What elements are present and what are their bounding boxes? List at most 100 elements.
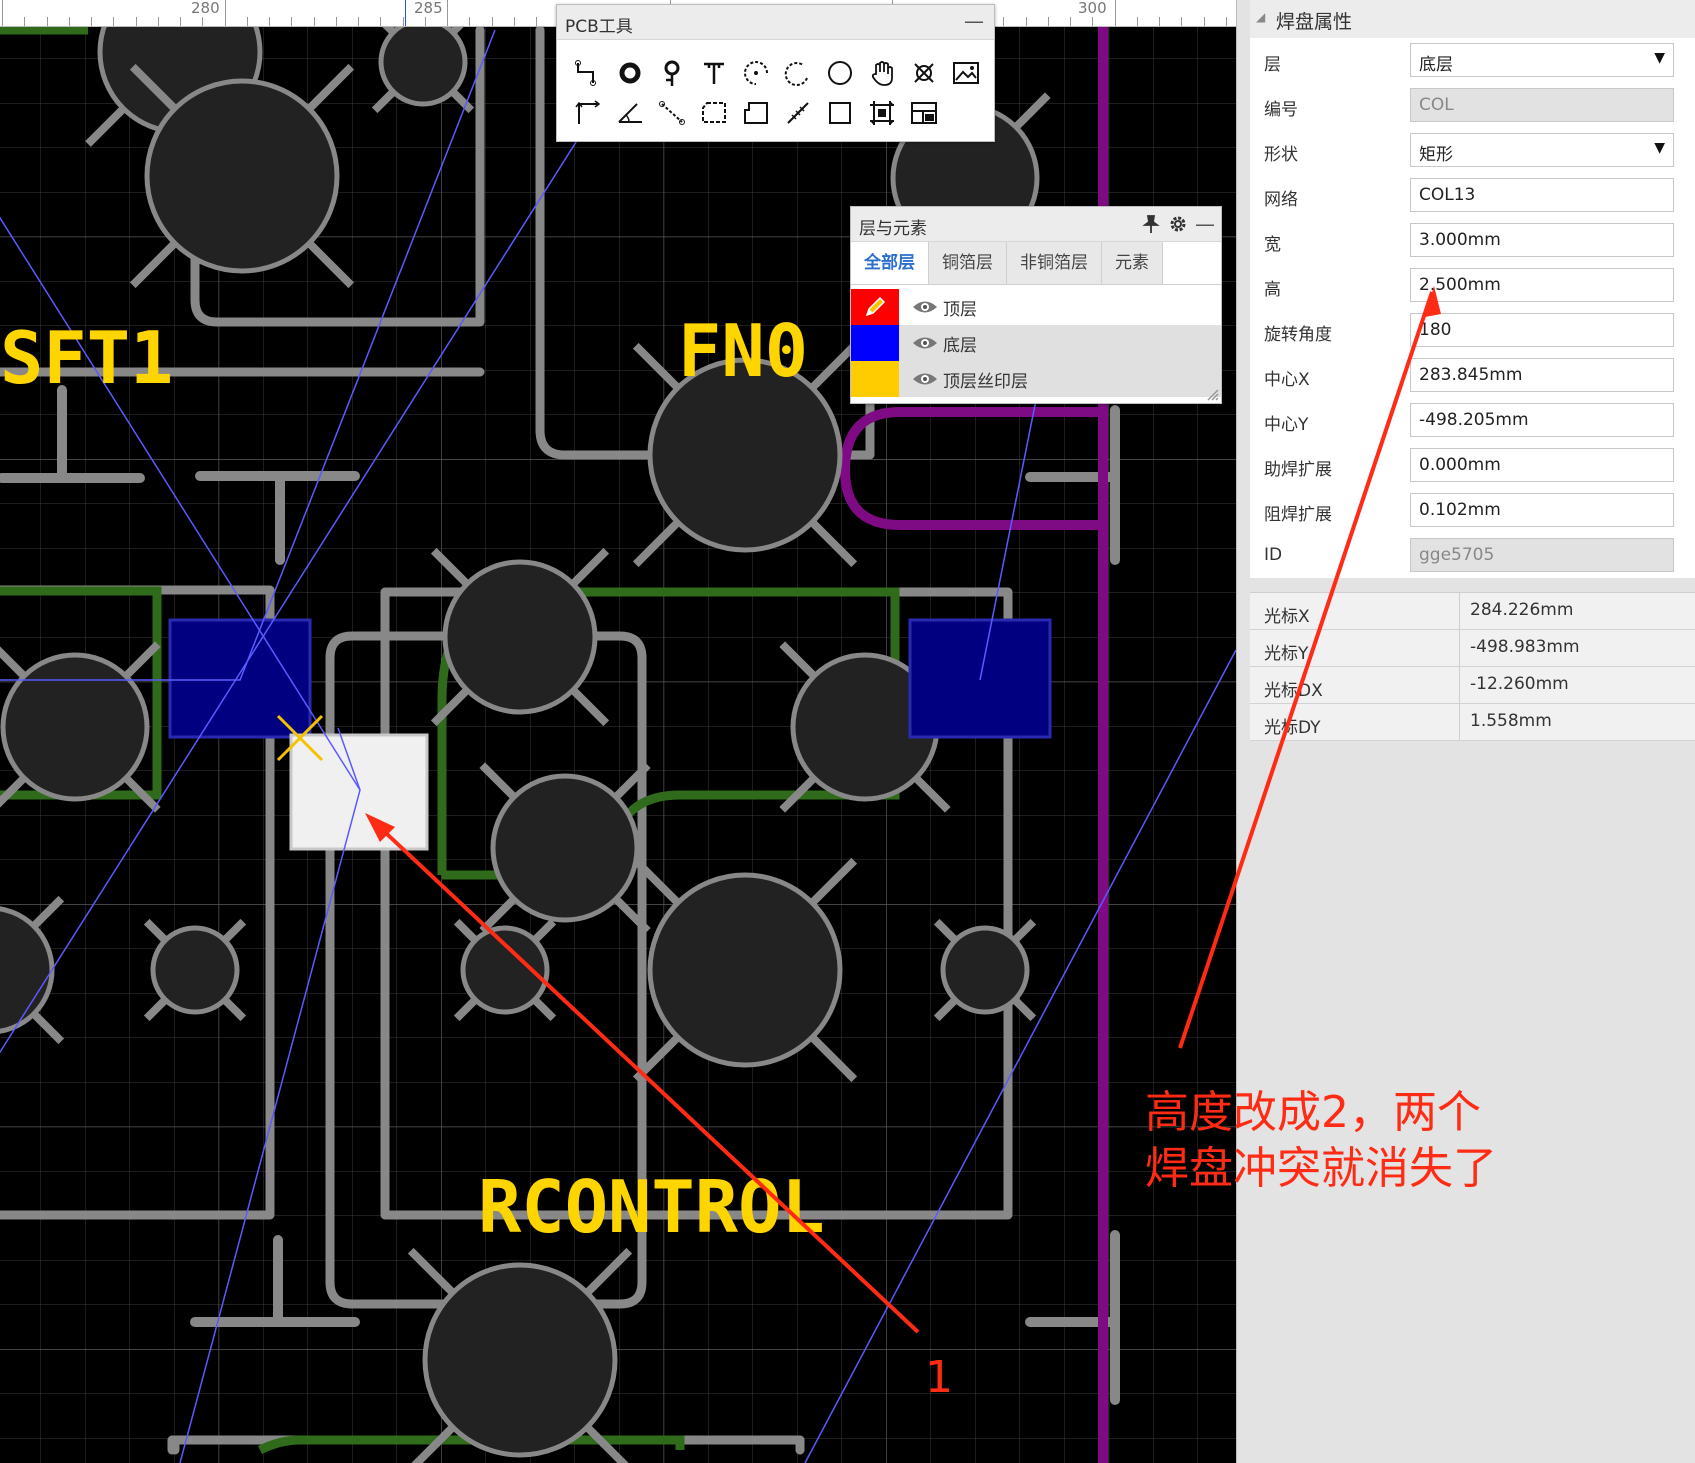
- prop-row: 阻焊扩展 0.102mm: [1250, 488, 1695, 533]
- plated-hole[interactable]: [479, 762, 651, 934]
- annotation-note: 高度改成2，两个 焊盘冲突就消失了: [1145, 1087, 1497, 1194]
- prop-row: 编号 COL: [1250, 83, 1695, 128]
- copper-area-tool-icon[interactable]: [693, 93, 735, 133]
- circle-tool-icon[interactable]: [819, 53, 861, 93]
- prop-label: 中心X: [1264, 370, 1310, 390]
- minimize-button[interactable]: —: [964, 9, 984, 33]
- plated-hole[interactable]: [430, 547, 610, 727]
- prop-label: 阻焊扩展: [1264, 505, 1332, 525]
- pencil-icon: [865, 296, 886, 317]
- prop-label: 形状: [1264, 145, 1298, 165]
- arc-center-tool-icon[interactable]: [735, 53, 777, 93]
- pan-hand-icon[interactable]: [861, 53, 903, 93]
- plated-hole[interactable]: [143, 918, 247, 1022]
- layer-color-swatch[interactable]: [851, 325, 899, 361]
- layer-color-swatch[interactable]: [851, 289, 899, 325]
- angle-tool-icon[interactable]: [609, 93, 651, 133]
- prop-input[interactable]: 3.000mm: [1410, 223, 1674, 257]
- dropdown-arrow-icon[interactable]: ▼: [1654, 50, 1665, 66]
- layer-row-bottom[interactable]: 底层: [851, 325, 1221, 361]
- prop-value: 0.102mm: [1419, 500, 1501, 520]
- pad-properties-header[interactable]: ◢ 焊盘属性: [1250, 0, 1695, 38]
- plated-hole[interactable]: [933, 918, 1037, 1022]
- prop-label: 宽: [1264, 235, 1281, 255]
- connect-tool-icon[interactable]: [651, 93, 693, 133]
- group-tool-icon[interactable]: [861, 93, 903, 133]
- dimension-tool-icon[interactable]: [567, 93, 609, 133]
- prop-row: 层 底层 ▼: [1250, 38, 1695, 83]
- label-fn0: FN0: [678, 309, 808, 393]
- prop-row: 中心X 283.845mm: [1250, 353, 1695, 398]
- eye-icon[interactable]: [911, 334, 939, 352]
- plated-hole[interactable]: [129, 63, 355, 289]
- measure-tool-icon[interactable]: [777, 93, 819, 133]
- minimize-layers-button[interactable]: —: [1195, 212, 1215, 236]
- plated-hole[interactable]: [371, 10, 475, 114]
- layer-color-swatch[interactable]: [851, 361, 899, 397]
- layers-panel[interactable]: 层与元素 — 全部层 铜箔层 非铜箔层 元素 顶层 底层 顶层丝印层: [850, 206, 1222, 404]
- cursor-label: 光标DX: [1264, 681, 1323, 701]
- via-tool-icon[interactable]: [651, 53, 693, 93]
- resize-grip-icon[interactable]: [1203, 385, 1219, 401]
- annotation-marker: 1: [925, 1352, 953, 1403]
- prop-input[interactable]: 2.500mm: [1410, 268, 1674, 302]
- cursor-row: 光标DX -12.260mm: [1250, 667, 1695, 704]
- prop-value: COL13: [1419, 185, 1476, 205]
- cursor-info-table: 光标X 284.226mm 光标Y -498.983mm 光标DX -12.260mm 光标…: [1250, 592, 1695, 741]
- prop-select[interactable]: 矩形 ▼: [1410, 133, 1674, 167]
- cursor-value: 1.558mm: [1470, 711, 1552, 731]
- prop-select[interactable]: 底层 ▼: [1410, 43, 1674, 77]
- prop-label: 层: [1264, 55, 1281, 75]
- prop-value: COL: [1419, 95, 1454, 115]
- layer-list: 顶层 底层 顶层丝印层: [851, 285, 1221, 397]
- layer-row-top-silk[interactable]: 顶层丝印层: [851, 361, 1221, 397]
- cursor-label: 光标X: [1264, 607, 1310, 627]
- cursor-row: 光标X 284.226mm: [1250, 593, 1695, 630]
- tab-all-layers[interactable]: 全部层: [851, 242, 929, 284]
- prop-input[interactable]: 0.102mm: [1410, 493, 1674, 527]
- solid-region-tool-icon[interactable]: [735, 93, 777, 133]
- prop-input[interactable]: COL13: [1410, 178, 1674, 212]
- dropdown-arrow-icon[interactable]: ▼: [1654, 140, 1665, 156]
- pcb-tools-panel[interactable]: PCB工具 —: [556, 4, 995, 142]
- prop-label: 编号: [1264, 100, 1298, 120]
- prop-input[interactable]: -498.205mm: [1410, 403, 1674, 437]
- prop-value: -498.205mm: [1419, 410, 1529, 430]
- rectangle-tool-icon[interactable]: [819, 93, 861, 133]
- plated-hole[interactable]: [407, 1247, 633, 1463]
- tab-non-copper-layers[interactable]: 非铜箔层: [1007, 242, 1102, 284]
- tab-elements[interactable]: 元素: [1102, 242, 1163, 284]
- pad-properties-form: 层 底层 ▼ 编号 COL 形状 矩形 ▼ 网络 COL13 宽 3.000mm 高 2.500mm 旋转角…: [1250, 38, 1695, 578]
- image-tool-icon[interactable]: [945, 53, 987, 93]
- pcb-tools-header[interactable]: PCB工具 —: [557, 5, 994, 40]
- prop-value: 180: [1419, 320, 1452, 340]
- layer-name-bottom: 底层: [943, 335, 977, 356]
- cross-tool-icon[interactable]: [903, 53, 945, 93]
- prop-input[interactable]: 0.000mm: [1410, 448, 1674, 482]
- prop-row: 中心Y -498.205mm: [1250, 398, 1695, 443]
- arc-tool-icon[interactable]: [777, 53, 819, 93]
- pad-tool-icon[interactable]: [609, 53, 651, 93]
- text-tool-icon[interactable]: [693, 53, 735, 93]
- prop-value: 底层: [1419, 55, 1453, 75]
- pcb-canvas[interactable]: SFT1 FN0 RCONTROL 280 285 300 PCB工具 — 层与…: [0, 0, 1236, 1463]
- prop-input[interactable]: 180: [1410, 313, 1674, 347]
- collapse-triangle-icon[interactable]: ◢: [1256, 10, 1265, 24]
- prop-value: gge5705: [1419, 545, 1495, 565]
- wire-tool-icon[interactable]: [567, 53, 609, 93]
- eye-icon[interactable]: [911, 370, 939, 388]
- pin-icon[interactable]: [1141, 214, 1161, 234]
- tab-copper-layers[interactable]: 铜箔层: [929, 242, 1007, 284]
- layer-row-top[interactable]: 顶层: [851, 289, 1221, 325]
- gear-icon[interactable]: [1167, 213, 1189, 235]
- pcb-tools-title: PCB工具: [565, 17, 633, 37]
- cursor-value: 284.226mm: [1470, 600, 1574, 620]
- prop-input[interactable]: 283.845mm: [1410, 358, 1674, 392]
- eye-icon[interactable]: [911, 298, 939, 316]
- plated-hole[interactable]: [453, 918, 557, 1022]
- plated-hole[interactable]: [632, 857, 858, 1083]
- layers-tabs: 全部层 铜箔层 非铜箔层 元素: [851, 242, 1221, 285]
- layers-panel-header[interactable]: 层与元素 —: [851, 207, 1221, 242]
- prop-input: COL: [1410, 88, 1674, 122]
- canvas-tool-icon[interactable]: [903, 93, 945, 133]
